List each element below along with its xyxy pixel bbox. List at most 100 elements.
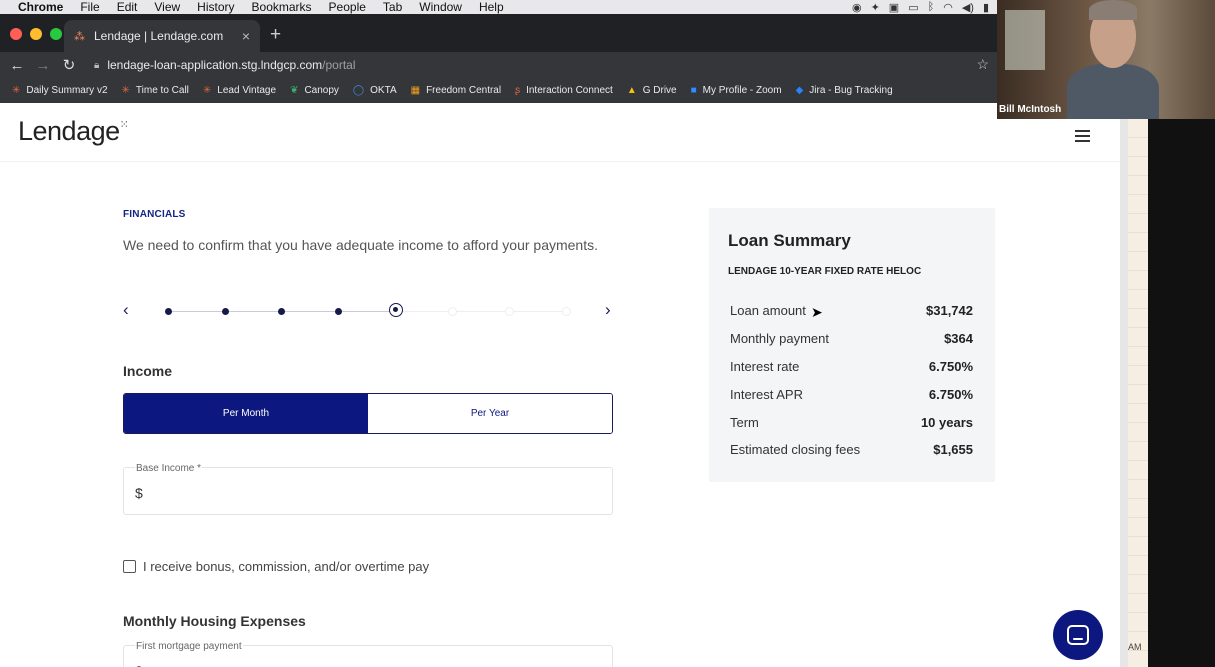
bookmark-jira[interactable]: ◆ Jira - Bug Tracking [796,85,893,96]
first-mortgage-label: First mortgage payment [135,641,243,652]
summary-label: Interest APR [730,386,803,402]
currency-symbol: $ [135,663,143,667]
summary-value: 10 years [920,414,973,430]
lendage-portal-page: Lendage⁙ FINANCIALS We need to confirm t… [0,104,1120,667]
per-year-button[interactable]: Per Year [368,394,612,433]
bookmark-star-icon[interactable]: ☆ [976,56,989,73]
app-icon[interactable]: ▣ [889,1,899,14]
background-window: AM [1120,119,1215,667]
jira-icon: ◆ [795,85,804,96]
bookmark-label: OKTA [370,85,397,96]
minimize-window-icon[interactable] [30,28,42,40]
base-income-field[interactable]: Base Income * $ [123,463,613,515]
browser-tab-active[interactable]: ⁂ Lendage | Lendage.com × [64,20,260,52]
loan-product-name: LENDAGE 10-YEAR FIXED RATE HELOC [728,266,922,277]
volume-icon[interactable]: ◀) [962,1,974,14]
menu-chrome[interactable]: Chrome [18,0,63,14]
bonus-checkbox-label: I receive bonus, commission, and/or over… [143,559,430,574]
intro-text: We need to confirm that you have adequat… [123,237,598,253]
stepper-step-4[interactable] [335,308,342,315]
reload-icon[interactable]: ↻ [56,56,82,74]
bookmark-label: My Profile - Zoom [702,85,782,96]
page-scrollbar[interactable] [1120,119,1128,667]
hamburger-menu-icon[interactable] [1075,130,1090,145]
close-window-icon[interactable] [10,28,22,40]
menu-window[interactable]: Window [419,0,462,14]
bookmark-freedom-central[interactable]: ▦ Freedom Central [411,85,501,96]
back-icon[interactable]: ← [4,57,30,74]
browser-toolbar: ← → ↻ 🔒︎ lendage-loan-application.stg.ln… [0,52,997,78]
time-cell: AM [1128,642,1142,652]
menu-file[interactable]: File [80,0,99,14]
microsoft-icon: ▦ [410,85,421,96]
lock-icon[interactable]: 🔒︎ [94,60,99,71]
forward-icon[interactable]: → [30,57,56,74]
background-window-light [1005,10,1045,70]
bluetooth-icon[interactable]: ᛒ [928,1,935,13]
address-bar[interactable]: 🔒︎ lendage-loan-application.stg.lndgcp.c… [94,58,356,72]
menu-bookmarks[interactable]: Bookmarks [252,0,312,14]
chat-launcher-button[interactable] [1053,610,1103,660]
lendage-logo[interactable]: Lendage⁙ [18,116,129,147]
bookmark-daily-summary[interactable]: ✳ Daily Summary v2 [12,85,108,96]
stepper-step-1[interactable] [165,308,172,315]
tab-close-icon[interactable]: × [242,28,250,44]
airplay-icon[interactable]: ▭ [908,1,918,14]
bookmark-label: G Drive [642,85,677,96]
bookmark-label: Freedom Central [426,85,502,96]
zoom-icon: ■ [690,85,697,96]
macos-menubar: Chrome File Edit View History Bookmarks … [0,0,997,14]
stepper-prev-icon[interactable]: ‹ [123,300,129,320]
stepper-step-5-current[interactable] [389,303,403,317]
first-mortgage-field[interactable]: First mortgage payment $ [123,641,613,667]
progress-stepper: ‹ › [123,300,613,322]
participant-hair [1089,0,1137,20]
summary-label: Interest rate [730,358,800,374]
bookmark-interaction-connect[interactable]: ʂ Interaction Connect [515,85,613,96]
status-icon[interactable]: ◉ [852,1,862,14]
connect-icon: ʂ [515,85,521,96]
menu-help[interactable]: Help [479,0,504,14]
drive-icon: ▲ [626,85,637,96]
bookmark-lead-vintage[interactable]: ✳ Lead Vintage [203,85,276,96]
site-header: Lendage⁙ [0,104,1120,162]
wifi-icon[interactable]: ◠ [943,1,953,14]
bookmark-label: Jira - Bug Tracking [809,85,893,96]
bookmark-canopy[interactable]: ❦ Canopy [290,85,339,96]
bookmark-okta[interactable]: ◯ OKTA [353,85,397,96]
summary-value: $364 [944,331,973,347]
stepper-step-2[interactable] [222,308,229,315]
section-label: FINANCIALS [123,209,186,220]
stepper-step-3[interactable] [278,308,285,315]
menu-edit[interactable]: Edit [117,0,138,14]
loan-summary-panel: Loan Summary LENDAGE 10-YEAR FIXED RATE … [709,208,995,482]
asterisk-icon: ✳ [202,85,212,96]
tab-title: Lendage | Lendage.com [94,29,224,43]
bonus-checkbox-row[interactable]: I receive bonus, commission, and/or over… [123,559,429,574]
zoom-window-icon[interactable] [50,28,62,40]
bookmark-label: Lead Vintage [217,85,277,96]
new-tab-icon[interactable]: + [270,24,281,46]
menu-view[interactable]: View [154,0,180,14]
battery-icon[interactable]: ▮ [983,1,989,14]
bookmark-g-drive[interactable]: ▲ G Drive [627,85,677,96]
browser-tabstrip: ⁂ Lendage | Lendage.com × + [0,14,997,52]
summary-value: 6.750% [928,386,973,402]
currency-symbol: $ [135,485,143,501]
bookmark-time-to-call[interactable]: ✳ Time to Call [122,85,189,96]
per-month-button[interactable]: Per Month [124,394,368,433]
menubar-tray: ◉ ✦ ▣ ▭ ᛒ ◠ ◀) ▮ [852,0,989,14]
income-heading: Income [123,363,173,379]
menu-people[interactable]: People [329,0,366,14]
sync-icon[interactable]: ✦ [871,1,880,14]
income-period-toggle: Per Month Per Year [123,393,613,434]
stepper-next-icon[interactable]: › [605,300,611,320]
menu-tab[interactable]: Tab [383,0,402,14]
bookmark-zoom-profile[interactable]: ■ My Profile - Zoom [691,85,782,96]
summary-row-interest-rate: Interest rate 6.750% [730,353,973,381]
summary-row-monthly-payment: Monthly payment $364 [730,325,973,353]
menu-history[interactable]: History [197,0,234,14]
bonus-checkbox[interactable] [123,560,136,573]
summary-row-loan-amount: Loan amount $31,742 [730,297,973,325]
participant-body [1067,64,1159,119]
